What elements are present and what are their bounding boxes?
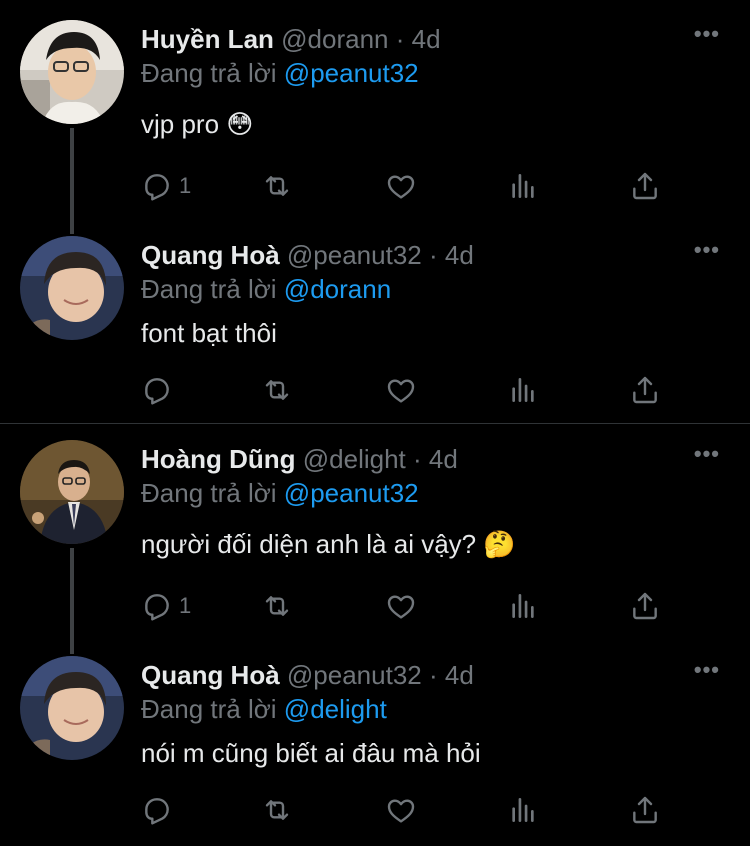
tweet-actions bbox=[141, 790, 681, 830]
analytics-icon bbox=[512, 378, 534, 402]
reply-prefix: Đang trả lời bbox=[141, 478, 277, 508]
analytics-icon bbox=[512, 594, 534, 618]
tweet-header: Quang Hoà @peanut32 · 4d bbox=[141, 238, 730, 272]
tweet-text: font bạt thôi bbox=[141, 318, 277, 348]
share-icon bbox=[633, 376, 657, 404]
analytics-button[interactable] bbox=[507, 790, 539, 830]
replying-to: Đang trả lời @dorann bbox=[141, 272, 730, 306]
reply-icon bbox=[145, 174, 169, 201]
mention-link[interactable]: @peanut32 bbox=[284, 58, 419, 88]
analytics-icon bbox=[512, 174, 534, 198]
more-options-icon[interactable]: ••• bbox=[694, 23, 720, 45]
reply-button[interactable] bbox=[141, 790, 179, 830]
share-button[interactable] bbox=[629, 790, 661, 830]
handle[interactable]: @peanut32 bbox=[287, 240, 422, 270]
like-button[interactable] bbox=[385, 790, 417, 830]
tweet-text: vjp pro 😳 bbox=[141, 109, 254, 139]
mention-link[interactable]: @delight bbox=[284, 694, 387, 724]
share-button[interactable] bbox=[629, 586, 661, 626]
like-icon bbox=[387, 175, 415, 199]
reply-prefix: Đang trả lời bbox=[141, 694, 277, 724]
like-icon bbox=[387, 595, 415, 619]
avatar[interactable] bbox=[20, 20, 124, 124]
thread-divider bbox=[0, 423, 750, 424]
separator: · bbox=[413, 444, 422, 474]
share-button[interactable] bbox=[629, 166, 661, 206]
tweet-actions bbox=[141, 370, 681, 410]
analytics-button[interactable] bbox=[507, 370, 539, 410]
reply-prefix: Đang trả lời bbox=[141, 274, 277, 304]
reply-count: 1 bbox=[179, 173, 192, 198]
display-name[interactable]: Quang Hoà bbox=[141, 240, 280, 270]
tweet-text: nói m cũng biết ai đâu mà hỏi bbox=[141, 738, 481, 768]
retweet-button[interactable] bbox=[261, 166, 293, 206]
tweet-text: người đối diện anh là ai vậy? 🤔 bbox=[141, 529, 516, 559]
like-icon bbox=[387, 799, 415, 823]
reply-button[interactable] bbox=[141, 370, 179, 410]
display-name[interactable]: Hoàng Dũng bbox=[141, 444, 296, 474]
reply-button[interactable]: 1 bbox=[141, 586, 191, 626]
handle[interactable]: @peanut32 bbox=[287, 660, 422, 690]
retweet-button[interactable] bbox=[261, 790, 293, 830]
separator: · bbox=[395, 24, 405, 54]
display-name[interactable]: Huyền Lan bbox=[141, 24, 274, 54]
like-button[interactable] bbox=[385, 370, 417, 410]
reply-icon bbox=[145, 798, 169, 825]
reply-icon bbox=[145, 378, 169, 405]
reply-count: 1 bbox=[179, 593, 192, 618]
more-options-icon[interactable]: ••• bbox=[694, 659, 720, 681]
share-button[interactable] bbox=[629, 370, 661, 410]
like-button[interactable] bbox=[385, 586, 417, 626]
tweet-header: Huyền Lan @dorann · 4d bbox=[141, 22, 730, 56]
display-name[interactable]: Quang Hoà bbox=[141, 660, 280, 690]
retweet-button[interactable] bbox=[261, 586, 293, 626]
share-icon bbox=[633, 592, 657, 620]
timestamp[interactable]: 4d bbox=[429, 444, 458, 474]
separator: · bbox=[428, 660, 438, 690]
like-icon bbox=[387, 379, 415, 403]
retweet-icon bbox=[265, 596, 289, 616]
tweet-header: Hoàng Dũng @delight · 4d bbox=[141, 442, 730, 476]
more-options-icon[interactable]: ••• bbox=[694, 239, 720, 261]
tweet-header: Quang Hoà @peanut32 · 4d bbox=[141, 658, 730, 692]
analytics-button[interactable] bbox=[507, 586, 539, 626]
replying-to: Đang trả lời @delight bbox=[141, 692, 730, 726]
timestamp[interactable]: 4d bbox=[445, 660, 474, 690]
tweet-actions: 1 bbox=[141, 586, 681, 626]
mention-link[interactable]: @dorann bbox=[284, 274, 391, 304]
handle[interactable]: @delight bbox=[303, 444, 406, 474]
more-options-icon[interactable]: ••• bbox=[694, 443, 720, 465]
handle[interactable]: @dorann bbox=[281, 24, 388, 54]
reply-button[interactable]: 1 bbox=[141, 166, 191, 206]
avatar[interactable] bbox=[20, 236, 124, 340]
tweet-actions: 1 bbox=[141, 166, 681, 206]
mention-link[interactable]: @peanut32 bbox=[284, 478, 419, 508]
share-icon bbox=[633, 172, 657, 200]
retweet-icon bbox=[265, 176, 289, 196]
avatar[interactable] bbox=[20, 656, 124, 760]
retweet-button[interactable] bbox=[261, 370, 293, 410]
avatar[interactable] bbox=[20, 440, 124, 544]
retweet-icon bbox=[265, 800, 289, 820]
timestamp[interactable]: 4d bbox=[445, 240, 474, 270]
reply-prefix: Đang trả lời bbox=[141, 58, 277, 88]
reply-icon bbox=[145, 594, 169, 621]
share-icon bbox=[633, 796, 657, 824]
analytics-icon bbox=[512, 798, 534, 822]
timestamp[interactable]: 4d bbox=[412, 24, 441, 54]
replying-to: Đang trả lời @peanut32 bbox=[141, 56, 730, 90]
replying-to: Đang trả lời @peanut32 bbox=[141, 476, 730, 510]
analytics-button[interactable] bbox=[507, 166, 539, 206]
retweet-icon bbox=[265, 380, 289, 400]
reply-thread-feed: Huyền Lan @dorann · 4d Đang trả lời @pea… bbox=[0, 0, 750, 846]
like-button[interactable] bbox=[385, 166, 417, 206]
separator: · bbox=[428, 240, 438, 270]
